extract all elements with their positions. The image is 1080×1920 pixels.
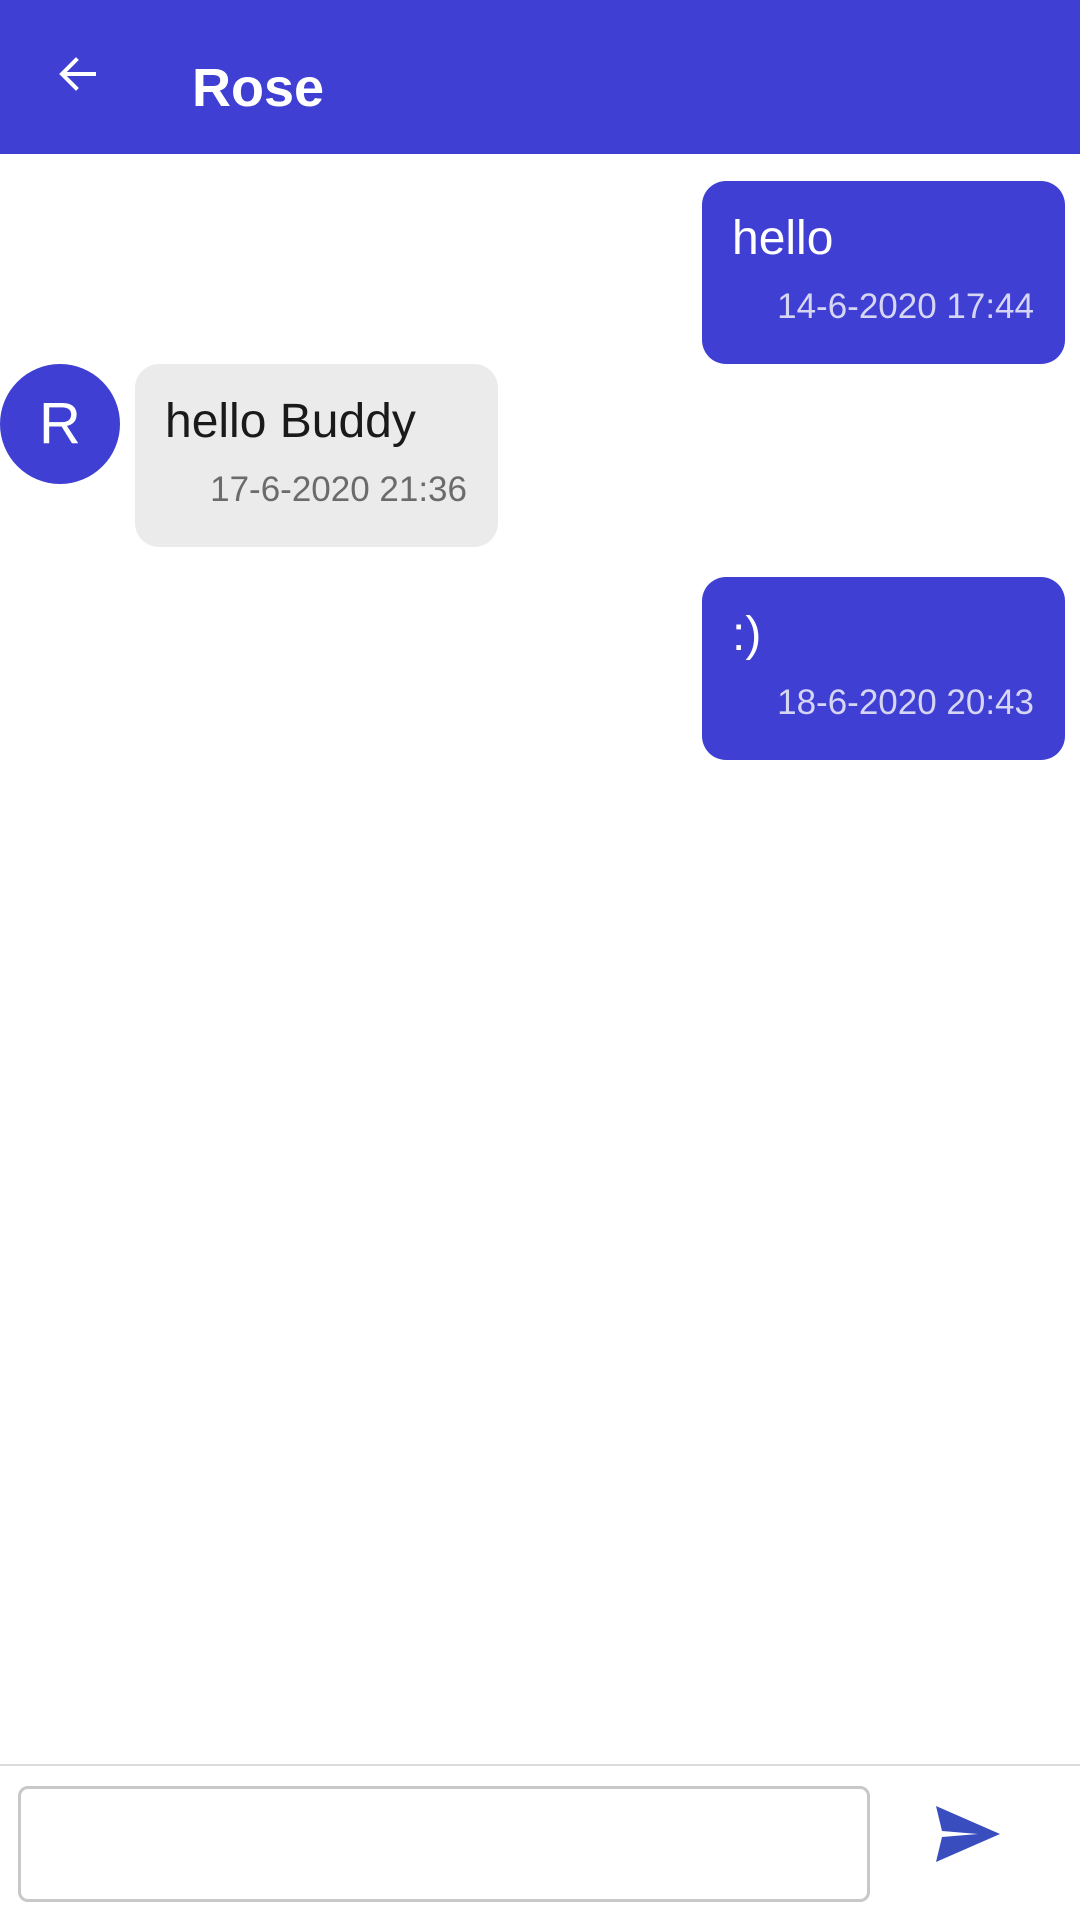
arrow-left-icon bbox=[59, 57, 96, 91]
contact-name: Rose bbox=[192, 58, 325, 118]
send-icon bbox=[936, 1806, 1000, 1862]
message-text: hello bbox=[732, 212, 834, 265]
outgoing-message[interactable]: hello 14-6-2020 17:44 bbox=[702, 181, 1065, 364]
incoming-message[interactable]: hello Buddy 17-6-2020 21:36 bbox=[135, 364, 498, 547]
send-button[interactable] bbox=[924, 1790, 1012, 1878]
avatar[interactable]: R bbox=[0, 364, 120, 484]
message-timestamp: 18-6-2020 20:43 bbox=[777, 683, 1034, 722]
outgoing-message[interactable]: :) 18-6-2020 20:43 bbox=[702, 577, 1065, 760]
message-input[interactable] bbox=[18, 1786, 870, 1902]
message-list[interactable]: hello 14-6-2020 17:44 R hello Buddy 17-6… bbox=[0, 154, 1080, 1764]
message-text: :) bbox=[732, 608, 762, 661]
chat-screen: Rose hello 14-6-2020 17:44 R hello Buddy… bbox=[0, 0, 1080, 1920]
app-bar: Rose bbox=[0, 0, 1080, 154]
message-composer bbox=[0, 1764, 1080, 1920]
back-button[interactable] bbox=[36, 32, 120, 116]
message-timestamp: 17-6-2020 21:36 bbox=[210, 470, 467, 509]
message-timestamp: 14-6-2020 17:44 bbox=[777, 287, 1034, 326]
message-text: hello Buddy bbox=[165, 395, 416, 448]
